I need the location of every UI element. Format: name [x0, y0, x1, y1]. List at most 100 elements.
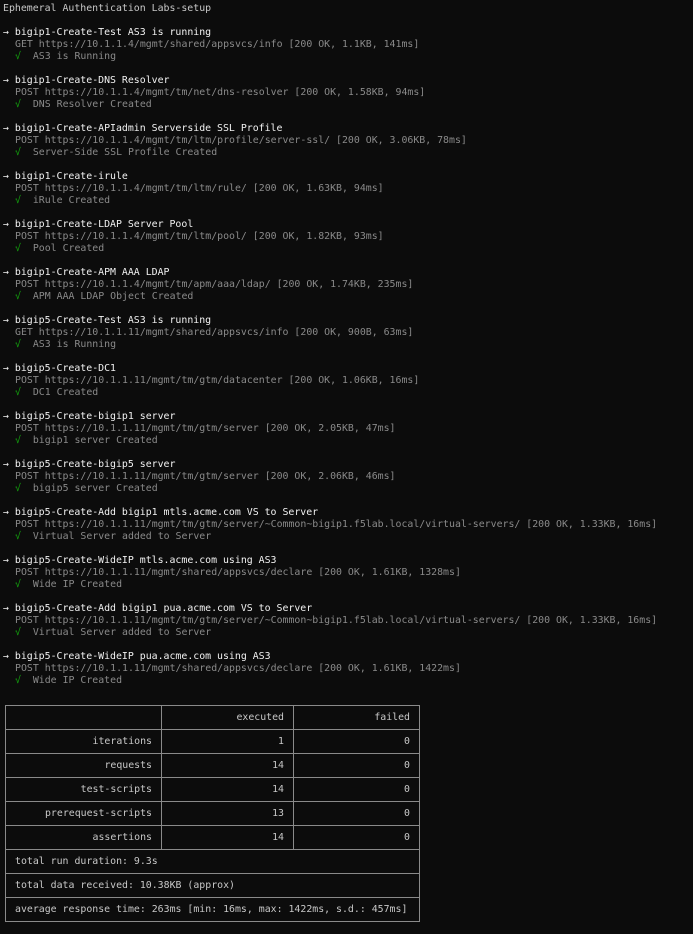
- request-name: bigip5-Create-Add bigip1 mtls.acme.com V…: [14, 507, 319, 518]
- arrow-icon: →: [3, 651, 9, 662]
- assertion-text: Pool Created: [32, 243, 105, 254]
- assertion-text: AS3 is Running: [32, 51, 117, 62]
- window-title: Ephemeral Authentication Labs-setup: [3, 3, 211, 15]
- assertion-line: √ Wide IP Created: [15, 675, 122, 687]
- request-name-line: → bigip1-Create-irule: [3, 171, 128, 183]
- request-name: bigip5-Create-DC1: [14, 363, 116, 374]
- request-detail: GET https://10.1.1.4/mgmt/shared/appsvcs…: [15, 39, 420, 50]
- title-text: Ephemeral Authentication Labs-setup: [3, 3, 212, 14]
- assertion-line: √ bigip5 server Created: [15, 483, 158, 495]
- summary-row-requests: requests 14 0: [5, 753, 420, 778]
- summary-row-iterations: iterations 1 0: [5, 729, 420, 754]
- assertion-line: √ Virtual Server added to Server: [15, 627, 211, 639]
- assertion-text: Virtual Server added to Server: [32, 531, 212, 542]
- request-name-line: → bigip1-Create-DNS Resolver: [3, 75, 169, 87]
- summary-response-row: average response time: 263ms [min: 16ms,…: [5, 897, 420, 922]
- request-name: bigip5-Create-WideIP mtls.acme.com using…: [14, 555, 277, 566]
- summary-executed: 1: [161, 729, 294, 754]
- request-detail: POST https://10.1.1.11/mgmt/shared/appsv…: [15, 663, 461, 674]
- request-name-line: → bigip5-Create-WideIP pua.acme.com usin…: [3, 651, 271, 663]
- summary-failed: 0: [293, 825, 420, 850]
- checkmark-icon: √: [15, 675, 21, 686]
- arrow-icon: →: [3, 555, 9, 566]
- average-response-time: average response time: 263ms [min: 16ms,…: [5, 897, 420, 922]
- assertion-text: APM AAA LDAP Object Created: [32, 291, 194, 302]
- summary-failed: 0: [293, 777, 420, 802]
- checkmark-icon: √: [15, 243, 21, 254]
- request-name-line: → bigip5-Create-Add bigip1 pua.acme.com …: [3, 603, 312, 615]
- request-name-line: → bigip5-Create-Add bigip1 mtls.acme.com…: [3, 507, 318, 519]
- request-detail: POST https://10.1.1.4/mgmt/tm/ltm/rule/ …: [15, 183, 384, 194]
- summary-header-blank: [5, 705, 162, 730]
- request-detail: POST https://10.1.1.11/mgmt/tm/gtm/serve…: [15, 615, 658, 626]
- summary-duration-row: total run duration: 9.3s: [5, 849, 420, 874]
- summary-executed: 14: [161, 753, 294, 778]
- request-name: bigip1-Create-irule: [14, 171, 128, 182]
- summary-label: prerequest-scripts: [5, 801, 162, 826]
- request-name: bigip5-Create-Test AS3 is running: [14, 315, 212, 326]
- arrow-icon: →: [3, 27, 9, 38]
- assertion-line: √ AS3 is Running: [15, 339, 116, 351]
- summary-data-row: total data received: 10.38KB (approx): [5, 873, 420, 898]
- total-run-duration: total run duration: 9.3s: [5, 849, 420, 874]
- summary-failed: 0: [293, 729, 420, 754]
- summary-failed: 0: [293, 753, 420, 778]
- summary-table: executed failed iterations 1 0 requests …: [5, 705, 420, 922]
- checkmark-icon: √: [15, 291, 21, 302]
- request-name: bigip1-Create-Test AS3 is running: [14, 27, 212, 38]
- request-name: bigip5-Create-WideIP pua.acme.com using …: [14, 651, 271, 662]
- arrow-icon: →: [3, 219, 9, 230]
- summary-label: requests: [5, 753, 162, 778]
- assertion-line: √ Server-Side SSL Profile Created: [15, 147, 217, 159]
- arrow-icon: →: [3, 507, 9, 518]
- summary-header-executed: executed: [161, 705, 294, 730]
- checkmark-icon: √: [15, 99, 21, 110]
- assertion-text: Wide IP Created: [32, 675, 123, 686]
- checkmark-icon: √: [15, 147, 21, 158]
- arrow-icon: →: [3, 171, 9, 182]
- request-name-line: → bigip5-Create-bigip5 server: [3, 459, 175, 471]
- summary-failed: 0: [293, 801, 420, 826]
- assertion-text: AS3 is Running: [32, 339, 117, 350]
- assertion-line: √ DNS Resolver Created: [15, 99, 152, 111]
- assertion-line: √ APM AAA LDAP Object Created: [15, 291, 193, 303]
- total-data-received: total data received: 10.38KB (approx): [5, 873, 420, 898]
- checkmark-icon: √: [15, 627, 21, 638]
- request-name: bigip5-Create-Add bigip1 pua.acme.com VS…: [14, 603, 313, 614]
- checkmark-icon: √: [15, 195, 21, 206]
- assertion-text: Virtual Server added to Server: [32, 627, 212, 638]
- request-name-line: → bigip5-Create-bigip1 server: [3, 411, 175, 423]
- checkmark-icon: √: [15, 387, 21, 398]
- request-name: bigip5-Create-bigip1 server: [14, 411, 176, 422]
- request-name-line: → bigip5-Create-Test AS3 is running: [3, 315, 211, 327]
- request-name: bigip5-Create-bigip5 server: [14, 459, 176, 470]
- request-detail: POST https://10.1.1.11/mgmt/tm/gtm/serve…: [15, 519, 658, 530]
- request-name-line: → bigip5-Create-DC1: [3, 363, 116, 375]
- assertion-line: √ AS3 is Running: [15, 51, 116, 63]
- arrow-icon: →: [3, 315, 9, 326]
- request-detail: POST https://10.1.1.11/mgmt/shared/appsv…: [15, 567, 461, 578]
- request-name-line: → bigip1-Create-LDAP Server Pool: [3, 219, 193, 231]
- request-name: bigip1-Create-DNS Resolver: [14, 75, 170, 86]
- request-name-line: → bigip5-Create-WideIP mtls.acme.com usi…: [3, 555, 277, 567]
- assertion-text: Wide IP Created: [32, 579, 123, 590]
- summary-executed: 13: [161, 801, 294, 826]
- summary-executed: 14: [161, 825, 294, 850]
- request-name-line: → bigip1-Create-APM AAA LDAP: [3, 267, 169, 279]
- summary-label: assertions: [5, 825, 162, 850]
- request-detail: POST https://10.1.1.11/mgmt/tm/gtm/serve…: [15, 423, 396, 434]
- arrow-icon: →: [3, 459, 9, 470]
- checkmark-icon: √: [15, 51, 21, 62]
- request-name-line: → bigip1-Create-Test AS3 is running: [3, 27, 211, 39]
- arrow-icon: →: [3, 363, 9, 374]
- arrow-icon: →: [3, 411, 9, 422]
- assertion-line: √ DC1 Created: [15, 387, 98, 399]
- arrow-icon: →: [3, 267, 9, 278]
- request-name: bigip1-Create-LDAP Server Pool: [14, 219, 194, 230]
- assertion-text: bigip5 server Created: [32, 483, 158, 494]
- checkmark-icon: √: [15, 435, 21, 446]
- request-detail: POST https://10.1.1.4/mgmt/tm/net/dns-re…: [15, 87, 426, 98]
- summary-label: iterations: [5, 729, 162, 754]
- assertion-line: √ Virtual Server added to Server: [15, 531, 211, 543]
- assertion-line: √ Wide IP Created: [15, 579, 122, 591]
